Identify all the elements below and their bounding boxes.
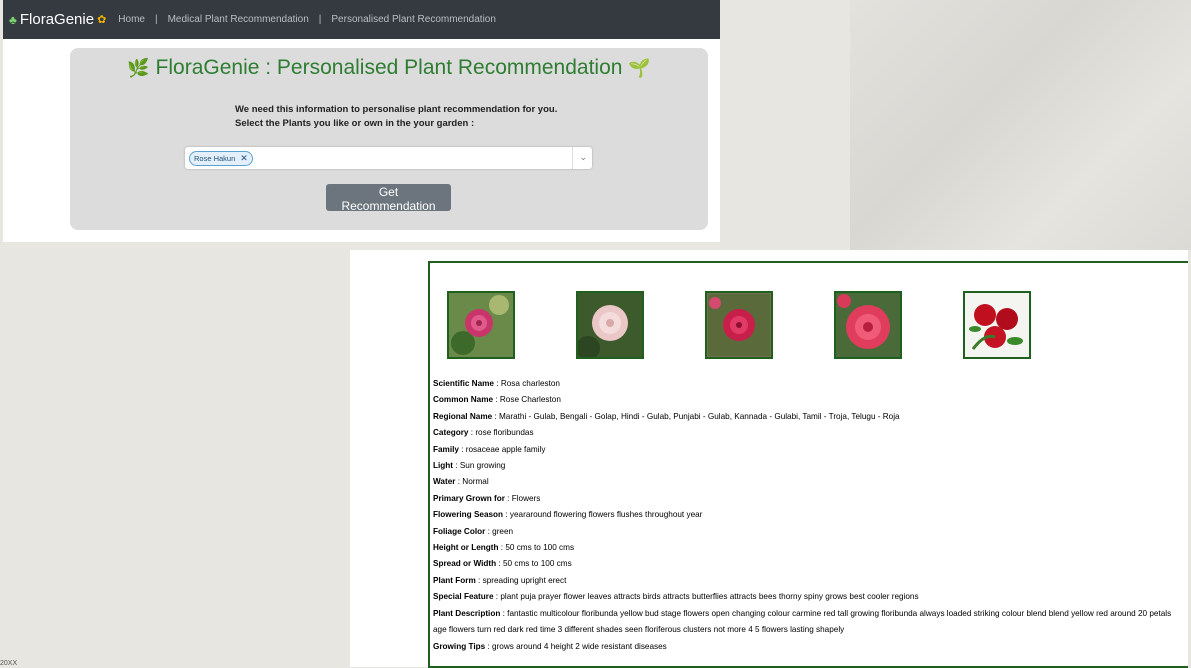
rose-image-3 <box>705 291 773 359</box>
chevron-down-icon[interactable]: ⌄ <box>579 152 587 163</box>
detail-value: grows around 4 height 2 wide resistant d… <box>492 641 667 651</box>
plant-multiselect[interactable]: Rose Hakun ✕ ⌄ <box>185 147 592 169</box>
detail-row: Regional Name : Marathi - Gulab, Bengali… <box>433 409 1183 425</box>
detail-value: Sun growing <box>459 461 506 471</box>
detail-label: Flowering Season <box>433 510 504 520</box>
detail-label: Category <box>433 428 469 438</box>
chip-label: Rose Hakun <box>194 154 236 163</box>
detail-value: Flowers <box>511 493 541 503</box>
rose-image-5 <box>963 291 1031 359</box>
detail-row: Flowering Season : yeararound flowering … <box>433 507 1183 523</box>
remove-chip-icon[interactable]: ✕ <box>240 152 248 165</box>
detail-value: Rosa charleston <box>500 379 560 388</box>
detail-value: green <box>492 526 514 536</box>
nav-link-personalised[interactable]: Personalised Plant Recommendation <box>331 14 496 25</box>
detail-value: plant puja prayer flower leaves attracts… <box>500 592 919 602</box>
nav-link-medical[interactable]: Medical Plant Recommendation <box>168 14 309 25</box>
detail-value: yeararound flowering flowers flushes thr… <box>509 510 703 520</box>
detail-row: Growing Tips : grows around 4 height 2 w… <box>433 639 1183 655</box>
detail-row: Spread or Width : 50 cms to 100 cms <box>433 556 1183 572</box>
detail-row: Plant Description : fantastic multicolou… <box>433 606 1183 639</box>
rose-image-1 <box>447 291 515 359</box>
detail-label: Common Name <box>433 395 494 405</box>
page-title-text: FloraGenie : Personalised Plant Recommen… <box>155 56 623 79</box>
detail-label: Spread or Width <box>433 559 497 569</box>
page-title: 🌿 FloraGenie : Personalised Plant Recomm… <box>70 56 708 80</box>
detail-row: Common Name : Rose Charleston <box>433 392 1183 408</box>
corner-text: 20XX <box>0 660 18 667</box>
detail-separator: : <box>493 395 500 405</box>
detail-row: Foliage Color : green <box>433 524 1183 540</box>
detail-row: Light : Sun growing <box>433 458 1183 474</box>
detail-value: fantastic multicolour floribunda yellow … <box>433 608 1172 635</box>
detail-value: rosaceae apple family <box>465 444 546 454</box>
detail-separator: : <box>496 559 503 569</box>
results-panel: Scientific Name : Rosa charleston Common … <box>428 261 1188 668</box>
detail-label: Plant Description <box>433 608 501 618</box>
brand[interactable]: ♣ FloraGenie ✿ <box>9 11 106 28</box>
detail-separator: : <box>492 411 499 421</box>
plant-details: Scientific Name : Rosa charleston Common … <box>433 376 1183 655</box>
detail-row: Water : Normal <box>433 474 1183 490</box>
rose-image-2 <box>576 291 644 359</box>
info-line-1: We need this information to personalise … <box>235 104 558 115</box>
detail-value: rose floribundas <box>475 428 534 438</box>
detail-label: Water <box>433 477 456 487</box>
detail-separator: : <box>458 444 466 454</box>
form-card: 🌿 FloraGenie : Personalised Plant Recomm… <box>70 48 708 230</box>
nav-separator: | <box>318 14 322 25</box>
select-divider <box>572 147 573 169</box>
detail-label: Foliage Color <box>433 526 486 536</box>
detail-row: Primary Grown for : Flowers <box>433 491 1183 507</box>
detail-separator: : <box>475 575 483 585</box>
detail-label: Regional Name <box>433 411 493 421</box>
seedling-icon: 🌱 <box>628 58 651 78</box>
detail-separator: : <box>453 461 460 471</box>
detail-row: Height or Length : 50 cms to 100 cms <box>433 540 1183 556</box>
detail-value: 50 cms to 100 cms <box>505 543 575 553</box>
rose-image-4 <box>834 291 902 359</box>
nav-link-home[interactable]: Home <box>118 14 145 25</box>
navbar: ♣ FloraGenie ✿ Home | Medical Plant Reco… <box>3 0 720 39</box>
detail-label: Light <box>433 461 454 471</box>
nav-separator: | <box>154 14 158 25</box>
herb-icon: 🌿 <box>127 58 150 78</box>
get-recommendation-button[interactable]: Get Recommendation <box>326 184 451 213</box>
results-window: Scientific Name : Rosa charleston Common … <box>350 250 1188 668</box>
detail-value: spreading upright erect <box>482 575 567 585</box>
detail-value: Normal <box>462 477 489 487</box>
detail-row: Scientific Name : Rosa charleston <box>433 376 1183 392</box>
detail-value: Marathi - Gulab, Bengali - Golap, Hindi … <box>498 411 900 421</box>
sun-icon: ✿ <box>97 14 107 26</box>
detail-value: Rose Charleston <box>499 395 561 405</box>
info-line-2: Select the Plants you like or own in the… <box>235 118 475 129</box>
detail-label: Scientific Name <box>433 379 494 388</box>
detail-label: Family <box>433 444 459 454</box>
detail-label: Plant Form <box>433 575 476 585</box>
top-browser-window: ♣ FloraGenie ✿ Home | Medical Plant Reco… <box>3 0 720 242</box>
detail-value: 50 cms to 100 cms <box>502 559 572 569</box>
background-shadow <box>850 0 1191 250</box>
detail-separator: : <box>503 510 510 520</box>
detail-label: Primary Grown for <box>433 493 505 503</box>
detail-label: Height or Length <box>433 543 499 553</box>
detail-label: Special Feature <box>433 592 494 602</box>
detail-label: Growing Tips <box>433 641 486 651</box>
detail-row: Category : rose floribundas <box>433 425 1183 441</box>
detail-separator: : <box>485 641 492 651</box>
detail-row: Family : rosaceae apple family <box>433 442 1183 458</box>
detail-row: Special Feature : plant puja prayer flow… <box>433 589 1183 605</box>
detail-row: Plant Form : spreading upright erect <box>433 573 1183 589</box>
detail-separator: : <box>504 493 512 503</box>
clover-icon: ♣ <box>9 12 17 27</box>
detail-separator: : <box>493 379 501 388</box>
selected-plant-chip[interactable]: Rose Hakun ✕ <box>189 151 253 166</box>
brand-name: FloraGenie <box>19 11 95 28</box>
info-text: We need this information to personalise … <box>235 103 655 131</box>
